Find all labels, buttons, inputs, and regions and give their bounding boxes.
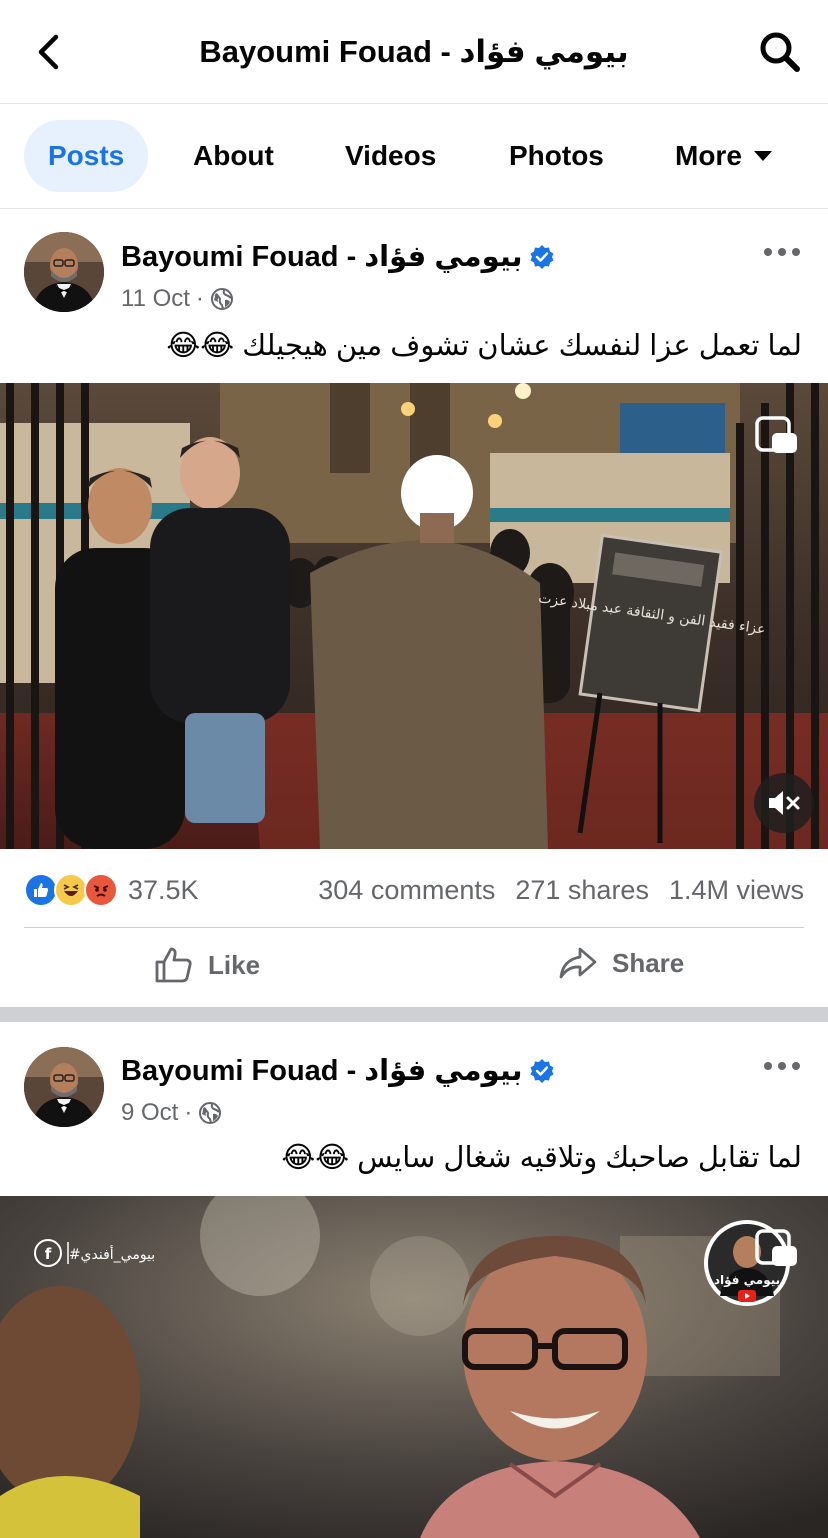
like-reaction-icon (24, 873, 58, 907)
shares-count[interactable]: 271 shares (515, 875, 649, 906)
haha-reaction-icon (54, 873, 88, 907)
tab-label: Posts (48, 140, 125, 171)
separator-dot: · (184, 1099, 193, 1126)
verified-badge-icon (530, 1059, 554, 1083)
tab-label: Videos (345, 140, 437, 171)
share-button[interactable]: Share (558, 946, 684, 980)
tab-about[interactable]: About (193, 120, 274, 192)
divider (24, 927, 804, 928)
post-options-button[interactable] (764, 240, 800, 264)
thumbs-up-icon (155, 947, 192, 983)
speaker-muted-icon (769, 791, 800, 815)
post-video[interactable]: f #بيومي_أفندي بيومي فؤاد (0, 1196, 828, 1538)
search-button[interactable] (758, 30, 802, 74)
picture-in-picture-icon[interactable] (754, 415, 800, 461)
avatar[interactable] (24, 1047, 104, 1127)
comments-count[interactable]: 304 comments (318, 875, 495, 906)
tab-photos[interactable]: Photos (509, 120, 604, 192)
caret-down-icon (753, 151, 772, 161)
tab-label: About (193, 140, 274, 171)
post-stats: 37.5K 304 comments 271 shares 1.4M views (24, 868, 804, 912)
author-name-text: Bayoumi Fouad - بيومي فؤاد (121, 1055, 523, 1087)
post-meta: 11 Oct · (121, 284, 234, 314)
views-count: 1.4M views (668, 874, 804, 905)
angry-reaction-icon (84, 873, 118, 907)
separator-dot: · (195, 285, 204, 312)
tab-label: More (675, 140, 742, 171)
picture-in-picture-icon[interactable] (754, 1228, 800, 1274)
post-caption: لما تقابل صاحبك وتلاقيه شغال سايس 😂😂 (281, 1142, 802, 1174)
post-date[interactable]: 11 Oct (121, 284, 190, 314)
post-caption: لما تعمل عزا لنفسك عشان تشوف مين هيجيلك … (166, 330, 802, 362)
author-name-text: Bayoumi Fouad - بيومي فؤاد (121, 241, 523, 273)
share-label: Share (612, 947, 685, 978)
like-button[interactable]: Like (154, 946, 260, 984)
search-icon (760, 32, 800, 72)
tab-videos[interactable]: Videos (345, 120, 436, 192)
post-video[interactable]: عزاء فقيد الفن و الثقافة عبد مبلاد عزت (0, 383, 828, 849)
tab-label: Photos (509, 140, 604, 171)
top-bar: Bayoumi Fouad - بيومي فؤاد (0, 0, 828, 104)
post: Bayoumi Fouad - بيومي فؤاد 11 Oct · لما … (0, 210, 828, 1007)
author-name[interactable]: Bayoumi Fouad - بيومي فؤاد (121, 238, 555, 276)
post: Bayoumi Fouad - بيومي فؤاد 9 Oct · لما ت… (0, 1022, 828, 1538)
tab-more[interactable]: More (675, 120, 772, 192)
page-title: Bayoumi Fouad - بيومي فؤاد (199, 34, 629, 69)
like-label: Like (208, 949, 261, 980)
post-date[interactable]: 9 Oct (121, 1098, 178, 1128)
share-arrow-icon (559, 947, 597, 979)
mute-button[interactable] (754, 773, 814, 833)
verified-badge-icon (530, 245, 554, 269)
avatar[interactable] (24, 232, 104, 312)
badge-text: بيومي فؤاد (714, 1273, 780, 1288)
globe-icon (210, 288, 233, 310)
video-watermark: #بيومي_أفندي (69, 1245, 155, 1263)
video-frame: عزاء فقيد الفن و الثقافة عبد مبلاد عزت (0, 383, 828, 849)
facebook-logo-icon: f (45, 1245, 52, 1263)
author-name[interactable]: Bayoumi Fouad - بيومي فؤاد (121, 1052, 555, 1090)
reactions-summary[interactable]: 37.5K (24, 873, 199, 907)
profile-tabs: Posts About Videos Photos More (0, 104, 828, 209)
reaction-count: 37.5K (128, 874, 199, 905)
post-meta: 9 Oct · (121, 1098, 222, 1128)
globe-icon (199, 1102, 222, 1124)
tab-posts[interactable]: Posts (24, 120, 149, 192)
feed-separator (0, 1007, 828, 1022)
post-options-button[interactable] (764, 1054, 800, 1078)
post-actions: Like Share (0, 938, 828, 998)
